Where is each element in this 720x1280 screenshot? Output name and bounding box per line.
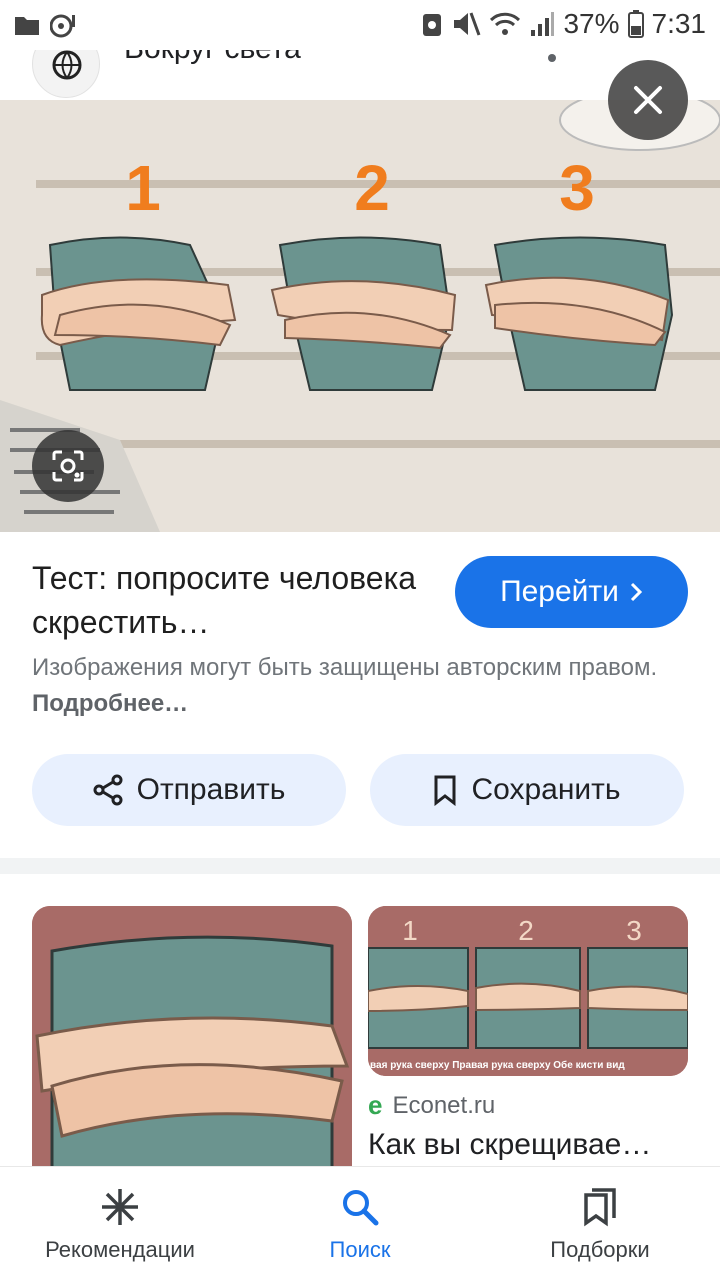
- nav-collections-label: Подборки: [550, 1237, 650, 1262]
- mini-figure-3: [587, 947, 688, 1049]
- hero-image[interactable]: 1 2 3: [0, 100, 720, 532]
- hero-number-1: 1: [125, 152, 161, 224]
- visit-button[interactable]: Перейти: [455, 556, 688, 628]
- share-label: Отправить: [136, 773, 286, 806]
- related-illustration-left: [32, 906, 352, 1186]
- mini-number-1: 1: [402, 915, 418, 946]
- more-options-icon[interactable]: [540, 50, 564, 70]
- nav-search[interactable]: Поиск: [240, 1167, 480, 1280]
- clock: 7:31: [651, 8, 707, 39]
- related-illustration-right: 1 2 3 вая рука сверху Правая рука сверху…: [368, 906, 688, 1076]
- media-icon: [50, 14, 75, 38]
- related-source[interactable]: e Econet.ru: [368, 1090, 495, 1121]
- nav-recommendations[interactable]: Рекомендации: [0, 1167, 240, 1280]
- folder-icon: [15, 17, 39, 35]
- asterisk-icon: [102, 1189, 138, 1225]
- nav-recommendations-label: Рекомендации: [45, 1237, 195, 1262]
- related-image-right[interactable]: 1 2 3 вая рука сверху Правая рука сверху…: [368, 906, 688, 1076]
- save-button[interactable]: Сохранить: [370, 754, 684, 826]
- source-logo: [32, 50, 100, 98]
- visit-label: Перейти: [500, 575, 619, 608]
- hero-number-2: 2: [354, 152, 390, 224]
- mini-caption: вая рука сверху Правая рука сверху Обе к…: [370, 1059, 625, 1071]
- collections-icon: [584, 1188, 616, 1227]
- status-bar: 37% 7:31: [0, 0, 720, 50]
- source-name[interactable]: Вокруг света: [124, 50, 301, 66]
- lens-icon: [52, 450, 84, 482]
- related-source-name: Econet.ru: [392, 1091, 496, 1119]
- signal-icon: [531, 12, 555, 36]
- mute-icon: [454, 12, 481, 36]
- related-title[interactable]: Как вы скрещивае…: [368, 1128, 688, 1162]
- search-icon: [343, 1190, 379, 1226]
- nav-search-label: Поиск: [329, 1237, 391, 1262]
- nav-collections[interactable]: Подборки: [480, 1167, 720, 1280]
- save-label: Сохранить: [471, 773, 621, 806]
- close-button[interactable]: [608, 60, 688, 140]
- learn-more-link[interactable]: Подробнее…: [32, 690, 188, 717]
- android-icon: [423, 14, 442, 36]
- lens-button[interactable]: [32, 430, 104, 502]
- result-title[interactable]: Тест: попросите человека скрестить…: [32, 556, 432, 644]
- copyright-notice: Изображения могут быть защищены авторски…: [32, 650, 688, 722]
- globe-icon: [52, 50, 82, 80]
- share-button[interactable]: Отправить: [32, 754, 346, 826]
- bottom-navigation: Рекомендации Поиск Подборки: [0, 1166, 720, 1280]
- hero-illustration: 1 2 3: [0, 100, 720, 532]
- share-icon: [93, 774, 123, 806]
- mini-figure-2: [475, 947, 581, 1049]
- wifi-icon: [490, 12, 521, 35]
- hero-number-3: 3: [559, 152, 595, 224]
- econet-logo-icon: e: [368, 1090, 383, 1120]
- copyright-text: Изображения могут быть защищены авторски…: [32, 654, 658, 681]
- battery-icon: [627, 10, 644, 38]
- chevron-right-icon: [630, 582, 643, 602]
- mini-number-3: 3: [626, 915, 642, 946]
- bookmark-icon: [434, 775, 456, 806]
- related-image-left[interactable]: [32, 906, 352, 1186]
- battery-percent: 37%: [563, 8, 620, 39]
- close-icon: [634, 86, 662, 114]
- section-divider: [0, 858, 720, 874]
- mini-number-2: 2: [518, 915, 534, 946]
- mini-figure-1: [368, 947, 469, 1049]
